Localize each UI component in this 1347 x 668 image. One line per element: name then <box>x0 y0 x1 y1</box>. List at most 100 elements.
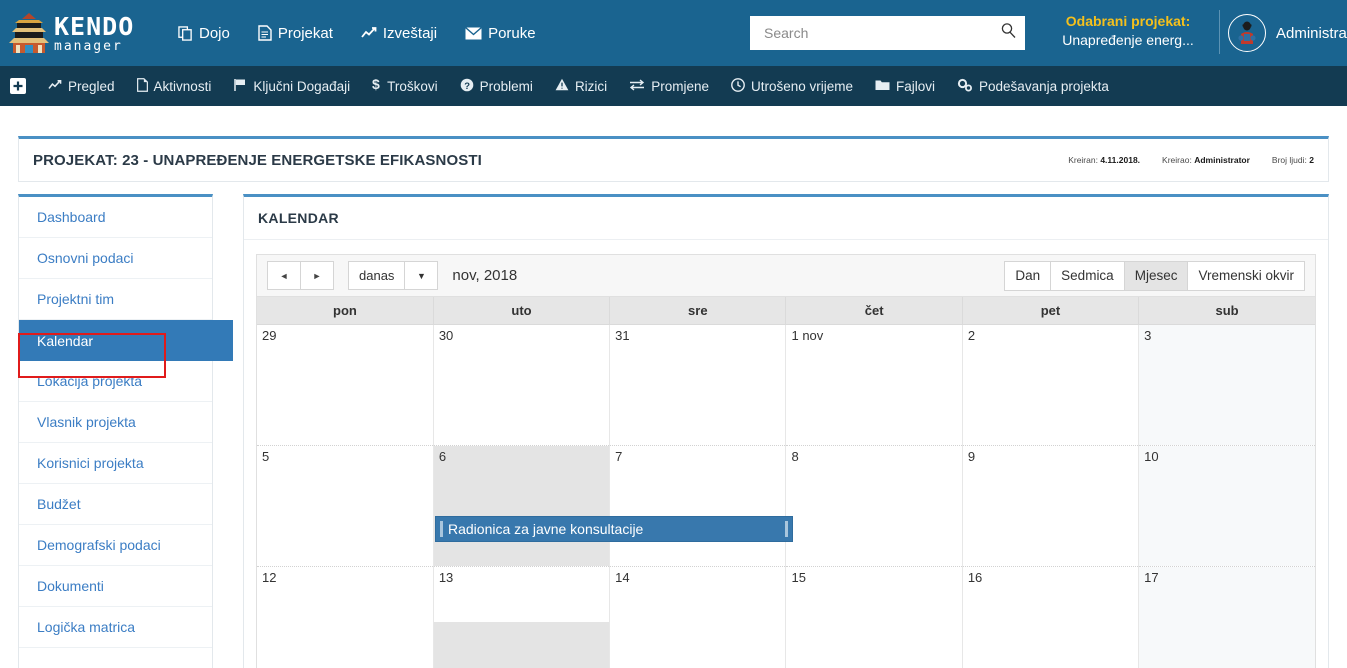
pagoda-logo-icon <box>9 13 49 53</box>
sidebar-item-label: Korisnici projekta <box>37 455 144 471</box>
avatar[interactable] <box>1228 14 1266 52</box>
calendar-day-cell[interactable]: 7 <box>609 445 787 567</box>
calendar-view-dan[interactable]: Dan <box>1004 260 1052 291</box>
calendar-day-cell[interactable]: 10 <box>1138 445 1315 567</box>
event-resize-handle-left[interactable] <box>440 521 443 537</box>
svg-text:?: ? <box>464 81 470 92</box>
day-number: 29 <box>262 327 277 343</box>
subnav-label: Promjene <box>651 78 709 94</box>
calendar-day-cell[interactable]: 1 nov <box>785 324 963 446</box>
user-menu[interactable]: Administrat <box>1228 14 1347 52</box>
sidebar-item-label: Dokumenti <box>37 578 104 594</box>
calendar-week-row: 5 6 7 8 9 10 <box>257 445 1315 567</box>
sidebar-item-osnovni-podaci[interactable]: Osnovni podaci <box>19 238 212 279</box>
logo-kendo-text: KENDO <box>54 11 135 41</box>
calendar-day-cell[interactable]: 2 <box>962 324 1140 446</box>
calendar-event[interactable]: Radionica za javne konsultacije <box>435 516 793 542</box>
sidebar-item-kalendar[interactable]: Kalendar <box>19 320 233 361</box>
chart-line-icon <box>48 79 62 94</box>
sidebar-item-demografski-podaci[interactable]: Demografski podaci <box>19 525 212 566</box>
subnav-item-aktivnosti[interactable]: Aktivnosti <box>136 77 211 95</box>
subnav-item-rizici[interactable]: Rizici <box>555 78 607 94</box>
calendar-day-cell[interactable]: 17 <box>1138 566 1315 668</box>
calendar-day-cell-partial-selected[interactable]: 13 <box>433 566 611 668</box>
subnav-item-utroseno-vrijeme[interactable]: Utrošeno vrijeme <box>731 77 854 95</box>
day-number: 2 <box>967 327 976 343</box>
page-title: PROJEKAT: 23 - UNAPREĐENJE ENERGETSKE EF… <box>33 151 482 169</box>
search-icon[interactable] <box>1000 22 1017 44</box>
subnav-item-troskovi[interactable]: $ Troškovi <box>372 76 438 95</box>
nav-item-dojo[interactable]: Dojo <box>178 25 230 42</box>
nav-item-izvestaji[interactable]: Izveštaji <box>361 25 437 42</box>
sidebar-item-label: Projektni tim <box>37 291 115 307</box>
add-icon[interactable] <box>10 78 26 94</box>
subnav-item-problemi[interactable]: ? Problemi <box>460 78 533 95</box>
sidebar-item-vlasnik-projekta[interactable]: Vlasnik projekta <box>19 402 212 443</box>
calendar-day-cell[interactable]: 15 <box>785 566 963 668</box>
day-number: 15 <box>791 569 806 585</box>
calendar-day-cell[interactable]: 16 <box>962 566 1140 668</box>
calendar-day-cell[interactable]: 3 <box>1138 324 1315 446</box>
day-header-pet: pet <box>962 297 1140 325</box>
day-number: 5 <box>262 448 270 464</box>
nav-label: Poruke <box>488 24 536 42</box>
meta-kreirao: Kreirao: Administrator <box>1162 155 1250 165</box>
calendar-day-cell[interactable]: 8 <box>785 445 963 567</box>
calendar-day-cell-selected[interactable]: 6 <box>433 445 611 567</box>
calendar-day-cell[interactable]: 9 <box>962 445 1140 567</box>
selected-project-indicator[interactable]: Odabrani projekat: Unapređenje energ... <box>1048 12 1208 50</box>
calendar-panel-title: KALENDAR <box>258 210 339 226</box>
nav-item-projekat[interactable]: Projekat <box>258 25 333 42</box>
question-circle-icon: ? <box>460 78 474 95</box>
subnav-label: Fajlovi <box>896 78 936 94</box>
project-metadata: Kreiran: 4.11.2018. Kreirao: Administrat… <box>1068 155 1314 165</box>
calendar-day-cell[interactable]: 12 <box>257 566 434 668</box>
calendar-day-cell[interactable]: 14 <box>609 566 787 668</box>
chevron-down-icon[interactable]: ▼ <box>404 261 439 290</box>
subnav-label: Ključni Događaji <box>253 78 351 94</box>
calendar-toolbar: ◄ ► danas ▼ nov, 2018 Dan Sedmica Mjesec <box>256 254 1316 297</box>
document-icon <box>258 25 272 41</box>
nav-item-poruke[interactable]: Poruke <box>465 25 536 42</box>
subnav-item-kljucni-dogadaji[interactable]: Ključni Događaji <box>233 78 350 95</box>
calendar-day-cell[interactable]: 29 <box>257 324 434 446</box>
folder-icon <box>875 79 890 94</box>
calendar-next-button[interactable]: ► <box>300 261 334 290</box>
calendar-prev-button[interactable]: ◄ <box>267 261 301 290</box>
calendar-view-sedmica[interactable]: Sedmica <box>1050 260 1125 291</box>
meta-kreiran: Kreiran: 4.11.2018. <box>1068 155 1141 165</box>
calendar-view-vremenski-okvir[interactable]: Vremenski okvir <box>1187 260 1305 291</box>
logo-manager-text: manager <box>54 38 123 54</box>
calendar-today-button[interactable]: danas <box>348 261 406 290</box>
sidebar-item-projektni-tim[interactable]: Projektni tim <box>19 279 212 320</box>
event-resize-handle-right[interactable] <box>785 521 788 537</box>
sidebar-item-dokumenti[interactable]: Dokumenti <box>19 566 212 607</box>
calendar-view-mjesec[interactable]: Mjesec <box>1123 260 1189 291</box>
calendar-nav-controls: ◄ ► danas ▼ nov, 2018 <box>267 261 517 290</box>
sidebar-item-dashboard[interactable]: Dashboard <box>19 197 212 238</box>
search-box[interactable] <box>750 16 1025 50</box>
gears-icon <box>957 78 973 95</box>
search-input[interactable] <box>762 24 1000 42</box>
sidebar-item-label: Demografski podaci <box>37 537 161 553</box>
app-logo[interactable]: KENDO manager <box>0 0 160 66</box>
day-number: 9 <box>967 448 976 464</box>
top-header-bar: KENDO manager Dojo Projekat Izveštaji Po… <box>0 0 1347 66</box>
svg-text:$: $ <box>372 77 380 92</box>
calendar-day-cell[interactable]: 31 <box>609 324 787 446</box>
day-number: 6 <box>438 448 447 464</box>
subnav-label: Utrošeno vrijeme <box>750 78 854 94</box>
subnav-item-fajlovi[interactable]: Fajlovi <box>875 79 935 94</box>
subnav-item-promjene[interactable]: Promjene <box>629 79 709 94</box>
sidebar-item-lokacija-projekta[interactable]: Lokacija projekta <box>19 361 212 402</box>
calendar-day-cell[interactable]: 30 <box>433 324 611 446</box>
sidebar-item-budzet[interactable]: Budžet <box>19 484 212 525</box>
day-number: 30 <box>438 327 454 343</box>
subnav-item-podesavanja-projekta[interactable]: Podešavanja projekta <box>957 78 1109 95</box>
sidebar-item-label: Budžet <box>37 496 81 512</box>
sidebar-item-korisnici-projekta[interactable]: Korisnici projekta <box>19 443 212 484</box>
calendar-view-switcher: Dan Sedmica Mjesec Vremenski okvir <box>1004 260 1305 291</box>
calendar-day-cell[interactable]: 5 <box>257 445 434 567</box>
subnav-item-pregled[interactable]: Pregled <box>48 79 115 94</box>
sidebar-item-logicka-matrica[interactable]: Logička matrica <box>19 607 212 648</box>
